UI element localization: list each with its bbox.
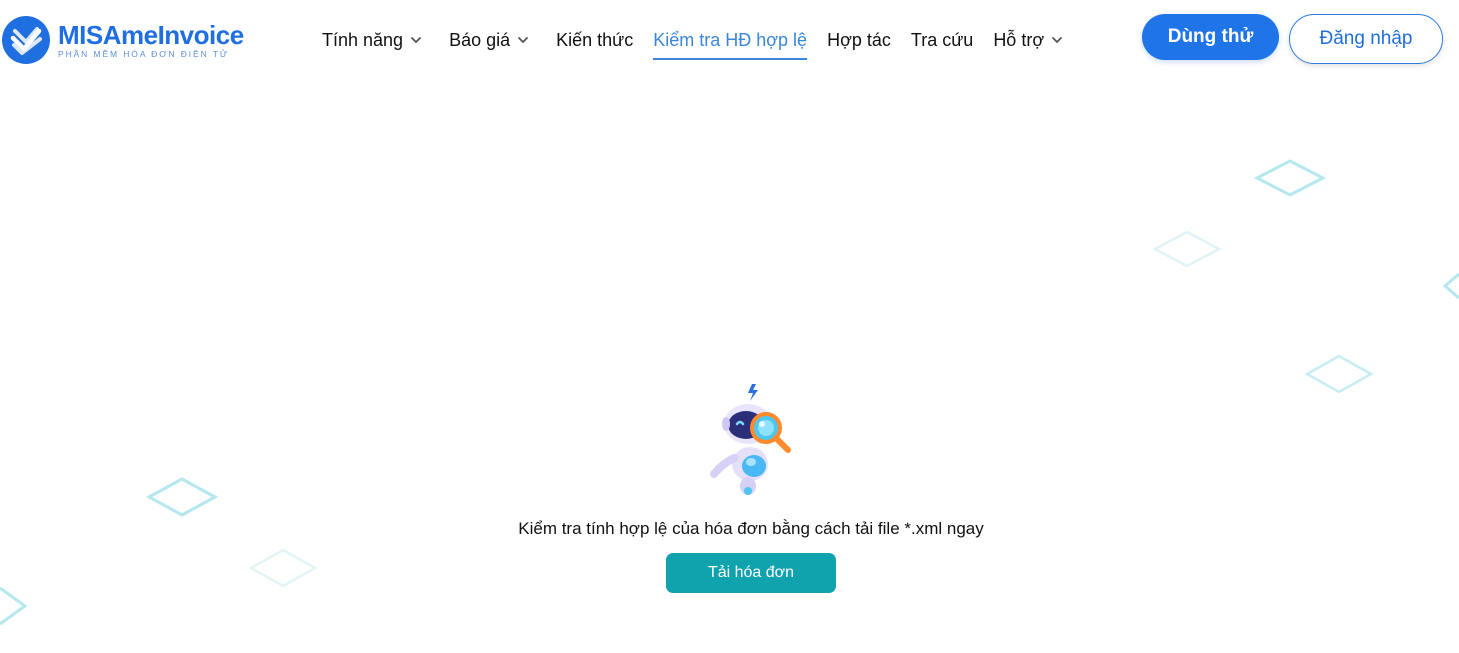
nav-item-label: Tra cứu: [910, 29, 974, 50]
brand-name-misa: MISA: [58, 20, 122, 50]
nav-item-label: Kiểm tra HĐ hợp lệ: [653, 29, 808, 50]
decor-diamond-icon: [248, 548, 318, 588]
chevron-down-icon: [1052, 37, 1063, 44]
nav-item-label: Hợp tác: [827, 29, 891, 50]
upload-invoice-button[interactable]: Tải hóa đơn: [666, 553, 836, 593]
nav-item-hop-tac[interactable]: Hợp tác: [827, 26, 891, 54]
upload-hint-text: Kiểm tra tính hợp lệ của hóa đơn bằng cá…: [518, 519, 984, 538]
nav-item-kien-thuc[interactable]: Kiến thức: [556, 26, 633, 54]
nav-item-label: Tính năng: [322, 29, 404, 50]
page: MISAmeInvoice PHẦN MỀM HÓA ĐƠN ĐIỆN TỬ T…: [0, 0, 1459, 653]
main-nav: Tính năng Báo giá Kiến thức Kiểm tra HĐ …: [322, 26, 1063, 60]
nav-item-label: Hỗ trợ: [993, 29, 1045, 50]
misa-logo-icon: [2, 16, 50, 64]
nav-item-ho-tro[interactable]: Hỗ trợ: [993, 26, 1063, 54]
nav-item-kiem-tra-hd[interactable]: Kiểm tra HĐ hợp lệ: [653, 26, 808, 60]
nav-item-label: Kiến thức: [556, 29, 634, 50]
decor-diamond-icon: [1254, 159, 1326, 197]
chevron-down-icon: [518, 37, 529, 44]
brand-name-meinvoice: meInvoice: [121, 20, 244, 50]
decor-diamond-icon: [1304, 354, 1374, 394]
site-header: MISAmeInvoice PHẦN MỀM HÓA ĐƠN ĐIỆN TỬ T…: [0, 0, 1459, 78]
decor-diamond-icon: [1442, 272, 1459, 300]
decor-diamond-icon: [0, 586, 28, 626]
brand-tagline: PHẦN MỀM HÓA ĐƠN ĐIỆN TỬ: [58, 49, 229, 59]
robot-magnifier-icon: [710, 384, 791, 495]
login-button[interactable]: Đăng nhập: [1289, 14, 1443, 64]
nav-item-label: Báo giá: [449, 29, 511, 50]
nav-item-tra-cuu[interactable]: Tra cứu: [911, 26, 973, 54]
decor-diamond-icon: [146, 477, 218, 517]
nav-item-bao-gia[interactable]: Báo giá: [449, 26, 529, 54]
decor-diamond-icon: [1152, 230, 1222, 268]
brand-logo[interactable]: MISAmeInvoice PHẦN MỀM HÓA ĐƠN ĐIỆN TỬ: [2, 16, 252, 68]
brand-name: MISAmeInvoice: [58, 20, 244, 51]
chevron-down-icon: [411, 37, 421, 44]
try-button[interactable]: Dùng thử: [1142, 14, 1279, 60]
nav-item-tinh-nang[interactable]: Tính năng: [322, 26, 421, 54]
